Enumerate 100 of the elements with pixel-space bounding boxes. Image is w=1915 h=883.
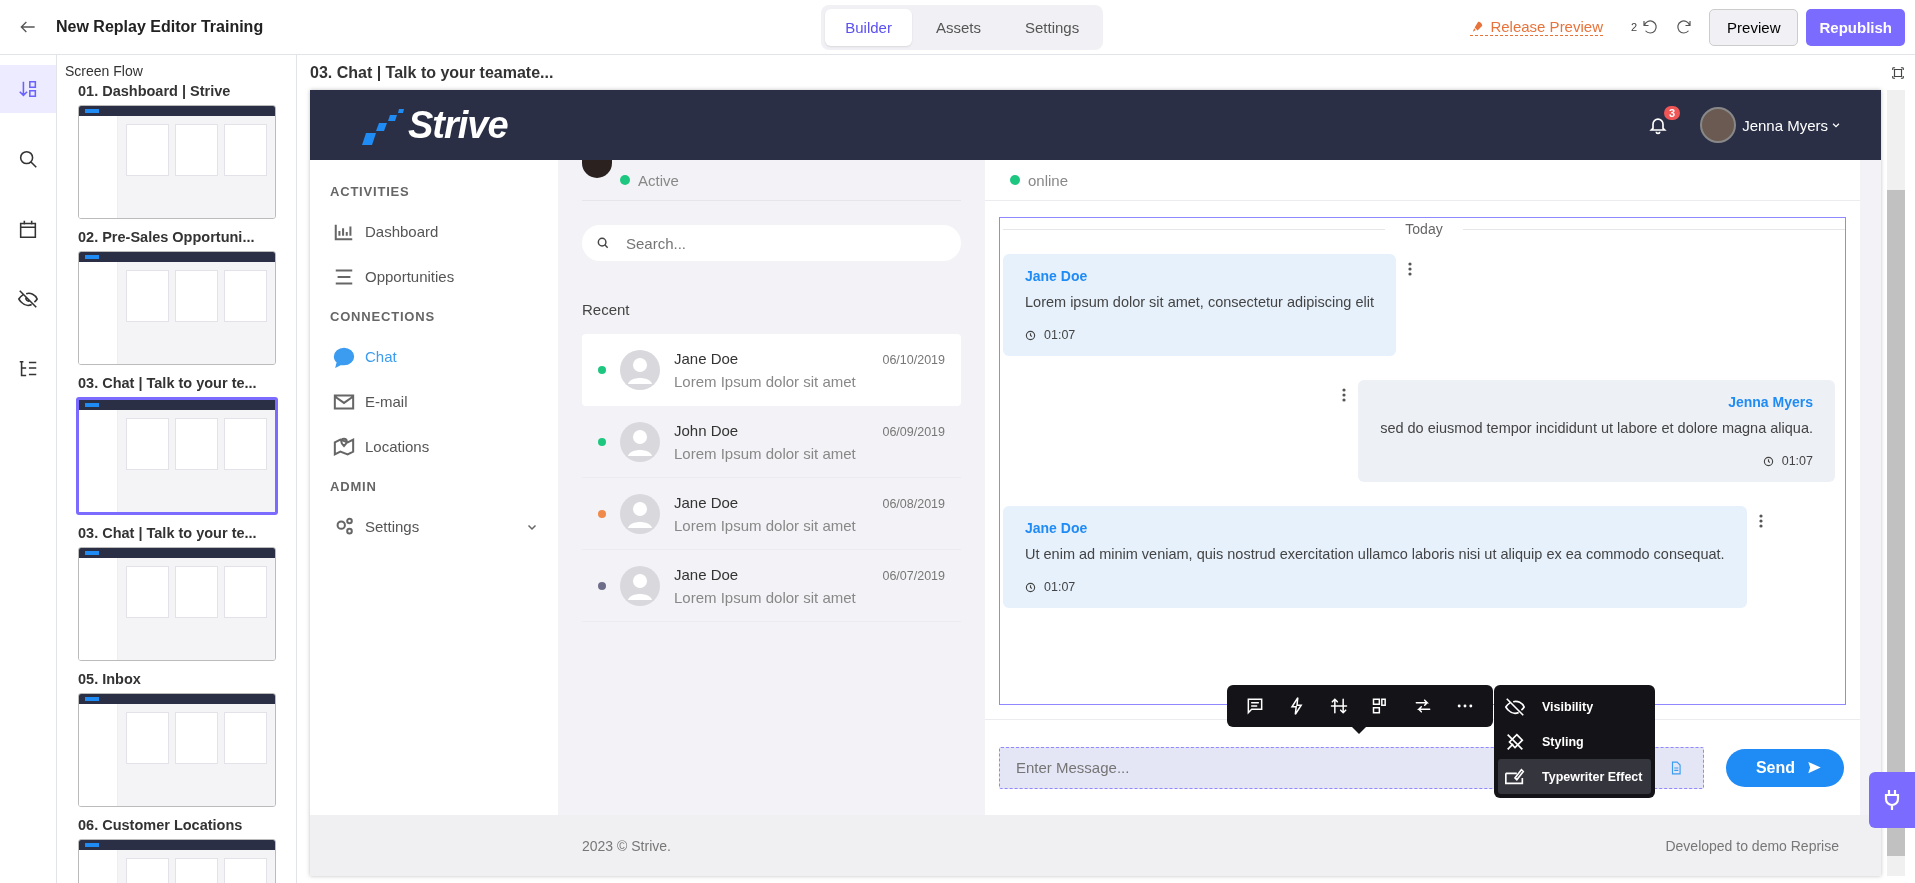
calendar-icon bbox=[17, 218, 39, 240]
screen-label: 02. Pre-Sales Opportuni... bbox=[78, 229, 256, 245]
clock-icon bbox=[1025, 581, 1036, 593]
fullscreen-icon[interactable] bbox=[1891, 65, 1905, 80]
contact-preview: Lorem Ipsum dolor sit amet bbox=[674, 588, 857, 606]
menu-item[interactable]: Visibility bbox=[1498, 689, 1651, 724]
contact-item[interactable]: Jane Doe 06/07/2019 Lorem Ipsum dolor sit amet bbox=[582, 550, 961, 622]
search-input[interactable]: Search... bbox=[624, 233, 947, 253]
contact-name: Jane Doe bbox=[674, 349, 739, 367]
contact-date: 06/08/2019 bbox=[882, 496, 945, 511]
comment-icon[interactable] bbox=[1245, 696, 1265, 716]
contact-date: 06/10/2019 bbox=[882, 352, 945, 367]
user-avatar bbox=[1700, 107, 1737, 143]
bell-icon[interactable] bbox=[1648, 115, 1669, 135]
eye-slash-icon bbox=[1504, 695, 1526, 718]
menu-item-label: Visibility bbox=[1542, 699, 1594, 714]
screen-label: 01. Dashboard | Strive bbox=[78, 83, 232, 99]
republish-button[interactable]: Republish bbox=[1806, 8, 1905, 46]
brand-name: Strive bbox=[408, 103, 508, 147]
section-title: Recent bbox=[582, 301, 631, 318]
avatar-placeholder-icon bbox=[620, 421, 660, 462]
contact-date: 06/09/2019 bbox=[882, 424, 945, 439]
contact-preview: Lorem Ipsum dolor sit amet bbox=[674, 516, 857, 534]
status-text: online bbox=[1028, 171, 1069, 189]
screen-label: 03. Chat | Talk to your te... bbox=[78, 375, 258, 391]
nav-section-label: ADMIN bbox=[330, 479, 378, 494]
screen-thumbnail[interactable] bbox=[76, 397, 278, 515]
avatar-placeholder-icon bbox=[620, 493, 660, 534]
more-icon[interactable] bbox=[1342, 388, 1347, 402]
user-avatar bbox=[582, 160, 612, 178]
message-text: sed do eiusmod tempor incididunt ut labore et dolore magna aliqua. bbox=[1380, 420, 1813, 436]
redo-icon bbox=[1675, 18, 1694, 36]
screen-label: 05. Inbox bbox=[78, 671, 142, 687]
search-icon bbox=[596, 236, 610, 250]
screen-thumbnail[interactable] bbox=[78, 105, 276, 219]
nav-item[interactable]: Opportunities bbox=[330, 254, 558, 299]
notification-badge: 3 bbox=[1664, 106, 1681, 120]
send-icon bbox=[1807, 760, 1822, 775]
contact-item[interactable]: Jane Doe 06/10/2019 Lorem Ipsum dolor sit amet bbox=[582, 334, 961, 406]
screen-thumbnail[interactable] bbox=[78, 547, 276, 661]
project-title: New Replay Editor Training bbox=[56, 18, 264, 36]
release-preview-label: Release Preview bbox=[1490, 18, 1603, 35]
sort-icon bbox=[17, 78, 39, 100]
avatar-placeholder-icon bbox=[620, 565, 660, 606]
message-text: Ut enim ad minim veniam, quis nostrud exercitation ullamco laboris nisi ut aliquip ex ea commodo consequat. bbox=[1025, 546, 1725, 562]
clock-icon bbox=[1025, 329, 1036, 341]
more-icon[interactable] bbox=[1758, 514, 1763, 528]
nav-item[interactable]: Dashboard bbox=[330, 209, 558, 254]
footer-text: Developed to demo Reprise bbox=[1665, 837, 1839, 854]
scrollbar[interactable] bbox=[1887, 90, 1905, 876]
menu-item[interactable]: Typewriter Effect bbox=[1498, 759, 1651, 794]
tab[interactable]: Assets bbox=[915, 8, 1001, 46]
panel-title: Screen Flow bbox=[65, 63, 144, 79]
contact-preview: Lorem Ipsum dolor sit amet bbox=[674, 372, 857, 390]
message-time: 01:07 bbox=[1044, 580, 1076, 594]
nav-label: Settings bbox=[365, 518, 420, 535]
message-author: Jane Doe bbox=[1025, 520, 1089, 536]
map-pin-icon bbox=[333, 435, 355, 458]
online-dot bbox=[620, 175, 630, 185]
more-icon[interactable] bbox=[1407, 262, 1412, 276]
contact-date: 06/07/2019 bbox=[882, 568, 945, 583]
send-label: Send bbox=[1755, 758, 1795, 777]
arrows-icon[interactable] bbox=[1329, 696, 1349, 716]
clock-icon bbox=[1762, 455, 1774, 467]
message-time: 01:07 bbox=[1781, 454, 1813, 468]
screen-thumbnail[interactable] bbox=[78, 251, 276, 365]
nav-item[interactable]: E-mail bbox=[330, 379, 558, 424]
nav-item[interactable]: Locations bbox=[330, 424, 558, 469]
menu-item-label: Styling bbox=[1542, 734, 1584, 749]
nav-section-label: ACTIVITIES bbox=[330, 184, 411, 199]
contact-item[interactable]: Jane Doe 06/08/2019 Lorem Ipsum dolor sit amet bbox=[582, 478, 961, 550]
screen-thumbnail[interactable] bbox=[78, 693, 276, 807]
search-icon bbox=[17, 148, 39, 170]
status-text: Active bbox=[638, 171, 679, 189]
plug-button[interactable] bbox=[1869, 772, 1915, 828]
contact-item[interactable]: John Doe 06/09/2019 Lorem Ipsum dolor sit amet bbox=[582, 406, 961, 478]
search-field[interactable]: Search... bbox=[582, 225, 961, 261]
contact-preview: Lorem Ipsum dolor sit amet bbox=[674, 444, 857, 462]
tab[interactable]: Builder bbox=[825, 8, 912, 46]
nav-label: Chat bbox=[365, 348, 397, 365]
nav-item[interactable]: Settings bbox=[330, 504, 558, 549]
swap-icon[interactable] bbox=[1413, 696, 1433, 716]
logo-icon bbox=[360, 106, 404, 147]
nav-label: Opportunities bbox=[365, 268, 455, 285]
nav-label: Locations bbox=[365, 438, 430, 455]
nav-label: Dashboard bbox=[365, 223, 439, 240]
eye-slash-icon bbox=[17, 288, 39, 310]
preview-button[interactable]: Preview bbox=[1709, 8, 1799, 46]
message-time: 01:07 bbox=[1044, 328, 1076, 342]
undo-icon bbox=[1641, 18, 1660, 36]
contact-name: Jane Doe bbox=[674, 565, 739, 583]
online-dot bbox=[1010, 175, 1020, 185]
footer-text: 2023 © Strive. bbox=[582, 837, 671, 854]
chevron-down-icon bbox=[1831, 120, 1841, 130]
nav-label: E-mail bbox=[365, 393, 408, 410]
menu-item-label: Typewriter Effect bbox=[1542, 769, 1643, 784]
tab[interactable]: Settings bbox=[1004, 8, 1100, 46]
contact-name: Jane Doe bbox=[674, 493, 739, 511]
nav-section-label: CONNECTIONS bbox=[330, 309, 436, 324]
message-author: Jane Doe bbox=[1025, 268, 1089, 284]
